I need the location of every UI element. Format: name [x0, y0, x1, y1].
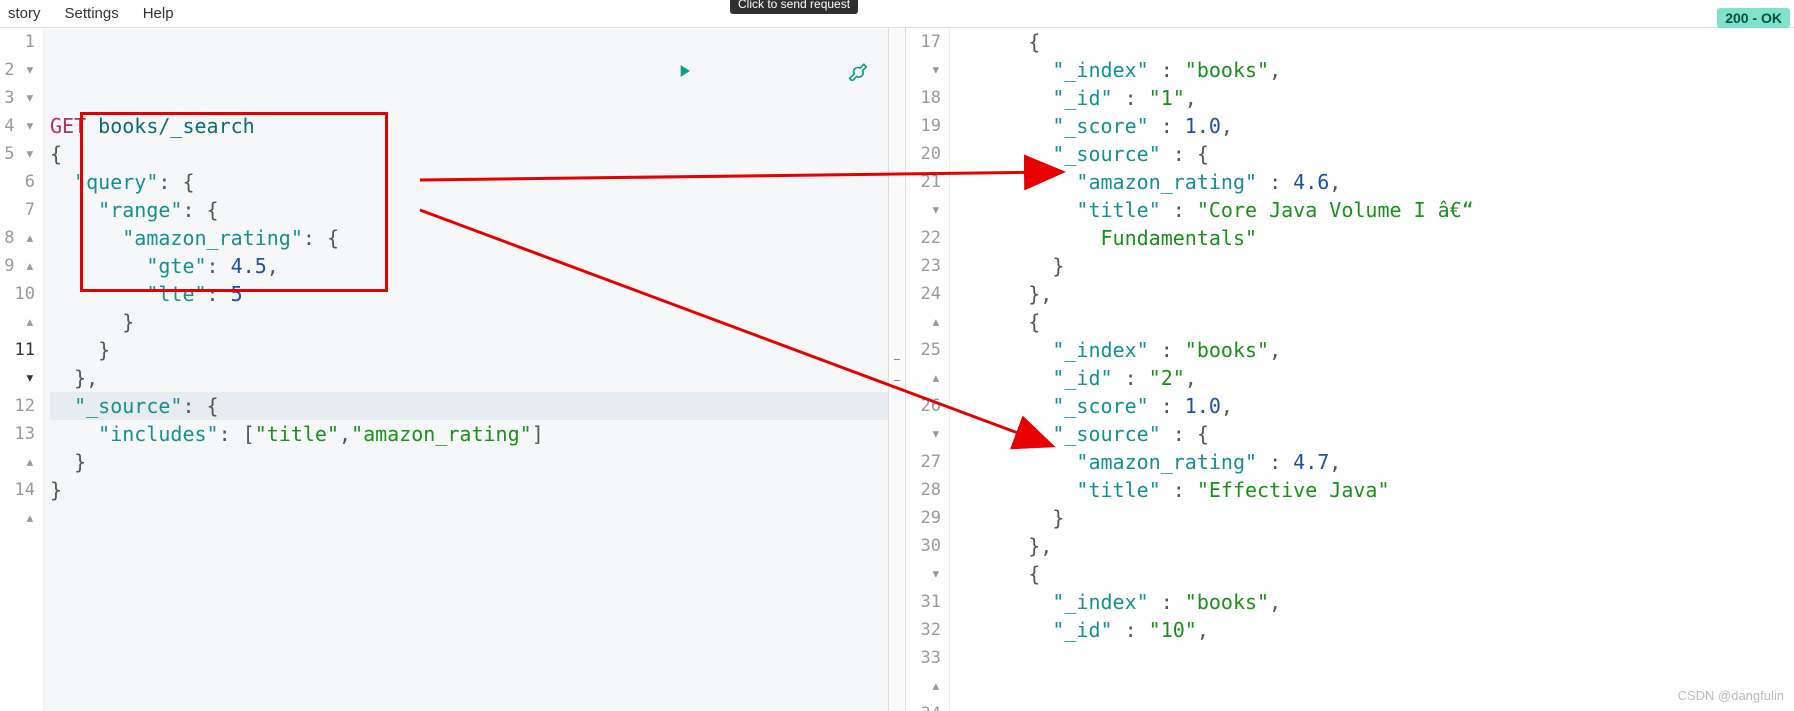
request-editor[interactable]: 12 ▾3 ▾4 ▾5 ▾678 ▴9 ▴10 ▴11 ▾1213 ▴14 ▴ … [0, 28, 888, 711]
menu-history[interactable]: story [8, 5, 41, 22]
request-code[interactable]: GET books/_search{ "query": { "range": {… [44, 28, 888, 711]
line-gutter-left: 12 ▾3 ▾4 ▾5 ▾678 ▴9 ▴10 ▴11 ▾1213 ▴14 ▴ [0, 28, 44, 711]
response-viewer[interactable]: 17 ▾18192021 ▾222324 ▴25 ▴26 ▾27282930 ▾… [906, 28, 1794, 711]
pane-divider[interactable] [888, 28, 906, 711]
menu-help[interactable]: Help [143, 5, 174, 22]
editor-actions [529, 32, 868, 116]
watermark: CSDN @dangfulin [1678, 688, 1784, 703]
status-badge: 200 - OK [1717, 8, 1790, 28]
menu-settings[interactable]: Settings [65, 5, 119, 22]
menu-bar: story Settings Help [0, 0, 1794, 28]
wrench-icon[interactable] [704, 32, 869, 116]
send-request-tooltip: Click to send request [730, 0, 858, 14]
play-icon[interactable] [529, 32, 694, 116]
line-gutter-right: 17 ▾18192021 ▾222324 ▴25 ▴26 ▾27282930 ▾… [906, 28, 950, 711]
response-code: { "_index" : "books", "_id" : "1", "_sco… [950, 28, 1794, 711]
